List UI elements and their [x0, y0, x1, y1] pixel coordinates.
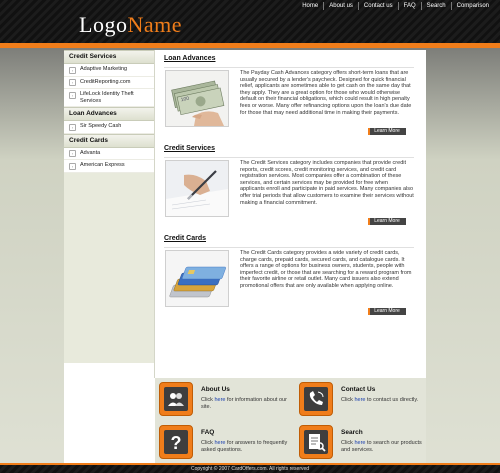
- sidebar-heading-credit-services: Credit Services: [64, 50, 154, 64]
- contact-us-text: Click here to contact us directly.: [341, 397, 419, 403]
- sidebar-item-label: Advanta: [80, 149, 101, 156]
- sidebar-item-label: Sir Speedy Cash: [80, 123, 122, 129]
- bullet-icon: ›: [69, 91, 76, 99]
- people-icon[interactable]: [159, 382, 193, 416]
- sidebar-item-label: CreditReporting.com: [80, 78, 131, 85]
- bullet-icon: ›: [69, 123, 76, 131]
- sidebar-item-label: LifeLock Identity Theft Services: [80, 91, 134, 104]
- search-title: Search: [341, 429, 363, 436]
- bottom-links: About Us Click here for information abou…: [155, 378, 426, 463]
- section-credit-cards: Credit Cards The Credit Cards category p…: [164, 234, 414, 322]
- section-title[interactable]: Credit Services: [164, 144, 414, 158]
- nav-contact-us[interactable]: Contact us: [357, 2, 398, 10]
- search-text: Click here to search our products and se…: [341, 440, 422, 453]
- learn-more-button[interactable]: Learn More: [368, 128, 406, 135]
- question-icon[interactable]: ?: [159, 425, 193, 459]
- pen-writing-image: [165, 160, 229, 217]
- section-title[interactable]: Loan Advances: [164, 54, 414, 68]
- top-navigation: Home About us Contact us FAQ Search Comp…: [297, 2, 494, 10]
- sidebar-item-label: Adaptive Marketing: [80, 66, 128, 72]
- sidebar-item-creditreporting[interactable]: › CreditReporting.com: [64, 77, 154, 89]
- sidebar-item-sir-speedy-cash[interactable]: › Sir Speedy Cash: [64, 121, 154, 134]
- faq-box: ? FAQ Click here for answers to frequent…: [155, 421, 291, 463]
- contact-us-link[interactable]: here: [354, 397, 365, 403]
- about-us-title: About Us: [201, 386, 230, 393]
- sidebar-heading-credit-cards: Credit Cards: [64, 133, 154, 148]
- about-us-box: About Us Click here for information abou…: [155, 378, 291, 420]
- about-us-text: Click here for information about our sit…: [201, 397, 287, 410]
- bullet-icon: ›: [69, 162, 76, 170]
- sidebar-item-label: American Express: [80, 162, 125, 168]
- header-accent-bar: [0, 43, 500, 48]
- contact-us-box: Contact Us Click here to contact us dire…: [295, 378, 431, 420]
- nav-about-us[interactable]: About us: [323, 2, 358, 10]
- page: Home About us Contact us FAQ Search Comp…: [0, 0, 500, 473]
- section-loan-advances: Loan Advances 100 The Payday Cash Advanc…: [164, 54, 414, 142]
- section-credit-services: Credit Services The Credit Services cate…: [164, 144, 414, 232]
- faq-link[interactable]: here: [214, 440, 225, 446]
- copyright-text: Copyright © 2007 CardOffers.com. All rig…: [190, 466, 310, 472]
- learn-more-button[interactable]: Learn More: [368, 308, 406, 315]
- sidebar: Credit Services › Adaptive Marketing › C…: [64, 50, 155, 378]
- sidebar-heading-loan-advances: Loan Advances: [64, 107, 154, 121]
- footer: Copyright © 2007 CardOffers.com. All rig…: [0, 463, 500, 473]
- bullet-icon: ›: [69, 150, 76, 157]
- search-box: Search Click here to search our products…: [295, 421, 431, 463]
- sidebar-item-lifelock[interactable]: › LifeLock Identity Theft Services: [64, 89, 154, 107]
- contact-us-title: Contact Us: [341, 386, 376, 393]
- sidebar-item-advanta[interactable]: › Advanta: [64, 148, 154, 160]
- section-text: The Credit Cards category provides a wid…: [240, 250, 412, 289]
- section-title[interactable]: Credit Cards: [164, 234, 414, 248]
- nav-comparison[interactable]: Comparison: [450, 2, 494, 10]
- money-hand-image: 100: [165, 70, 229, 127]
- content: Loan Advances 100 The Payday Cash Advanc…: [164, 54, 414, 324]
- header: Home About us Contact us FAQ Search Comp…: [0, 0, 500, 45]
- phone-icon[interactable]: [299, 382, 333, 416]
- sidebar-item-adaptive-marketing[interactable]: › Adaptive Marketing: [64, 64, 154, 77]
- nav-search[interactable]: Search: [420, 2, 451, 10]
- section-text: The Credit Services category includes co…: [240, 160, 414, 206]
- logo[interactable]: LogoName: [79, 12, 182, 38]
- logo-part1: Logo: [79, 12, 128, 37]
- faq-text: Click here for answers to frequently ask…: [201, 440, 288, 453]
- search-link[interactable]: here: [354, 440, 365, 446]
- document-search-icon[interactable]: [299, 425, 333, 459]
- faq-title: FAQ: [201, 429, 215, 436]
- bullet-icon: ›: [69, 66, 76, 74]
- credit-cards-image: [165, 250, 229, 307]
- svg-text:?: ?: [171, 433, 182, 453]
- sidebar-filler: [64, 172, 154, 363]
- about-us-link[interactable]: here: [214, 397, 225, 403]
- bullet-icon: ›: [69, 79, 76, 86]
- learn-more-button[interactable]: Learn More: [368, 218, 406, 225]
- nav-home[interactable]: Home: [297, 2, 323, 10]
- sidebar-item-american-express[interactable]: › American Express: [64, 160, 154, 173]
- nav-faq[interactable]: FAQ: [397, 2, 421, 10]
- section-text: The Payday Cash Advances category offers…: [240, 70, 412, 116]
- logo-part2: Name: [127, 12, 182, 37]
